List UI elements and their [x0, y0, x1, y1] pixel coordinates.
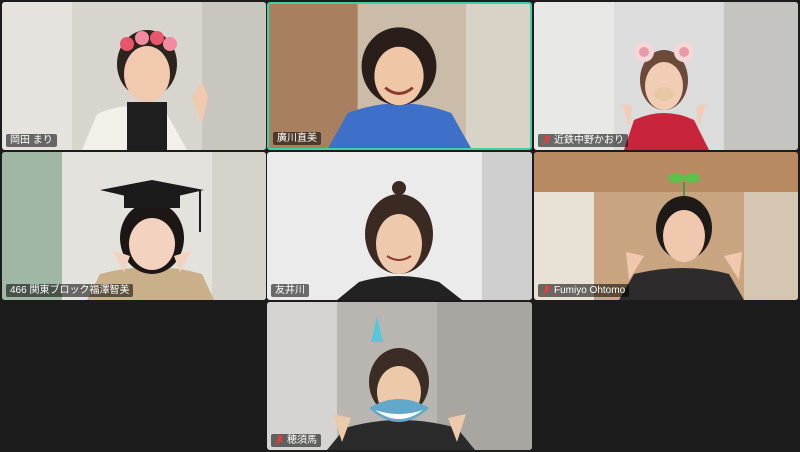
participant-name: 岡田 まり: [10, 135, 53, 146]
participant-video: [534, 152, 798, 300]
participant-tile-active-speaker[interactable]: 廣川直美: [267, 2, 532, 150]
participant-name-tag: Fumiyo Ohtomo: [538, 284, 630, 297]
participant-name-tag: 友井川: [271, 284, 309, 297]
participant-name-tag: 近鉄中野かおり: [538, 134, 628, 147]
participant-tile[interactable]: 近鉄中野かおり: [534, 2, 798, 150]
participant-video: [337, 152, 532, 300]
participant-name-tag: 廣川直美: [273, 132, 321, 145]
participant-name-tag: 穂須馬: [271, 434, 321, 447]
participant-tile[interactable]: 岡田 まり: [2, 2, 266, 150]
participant-name-tag: 466 関東ブロック福澤智美: [6, 284, 134, 297]
participant-tile[interactable]: Fumiyo Ohtomo: [534, 152, 798, 300]
participant-tile[interactable]: 友井川: [267, 152, 532, 300]
participant-video: [269, 4, 530, 148]
participant-video: [2, 2, 266, 150]
participant-name: 466 関東ブロック福澤智美: [10, 285, 130, 296]
mic-muted-icon: [542, 285, 551, 296]
participant-name: 廣川直美: [277, 133, 317, 144]
participant-name: Fumiyo Ohtomo: [554, 285, 626, 296]
participant-name: 近鉄中野かおり: [554, 135, 624, 146]
participant-name-tag: 岡田 まり: [6, 134, 57, 147]
participant-name: 友井川: [275, 285, 305, 296]
participant-name: 穂須馬: [287, 435, 317, 446]
mic-muted-icon: [275, 435, 284, 446]
participant-video: [267, 302, 532, 450]
participant-video: [534, 2, 798, 150]
mic-muted-icon: [542, 135, 551, 146]
participant-tile[interactable]: 穂須馬: [267, 302, 532, 450]
participant-video: [2, 152, 266, 300]
participant-tile[interactable]: 466 関東ブロック福澤智美: [2, 152, 266, 300]
gallery-view: 岡田 まり 廣川直美 近鉄中野かおり 466 関東ブロック福澤智美 友井川 Fu…: [0, 0, 800, 452]
